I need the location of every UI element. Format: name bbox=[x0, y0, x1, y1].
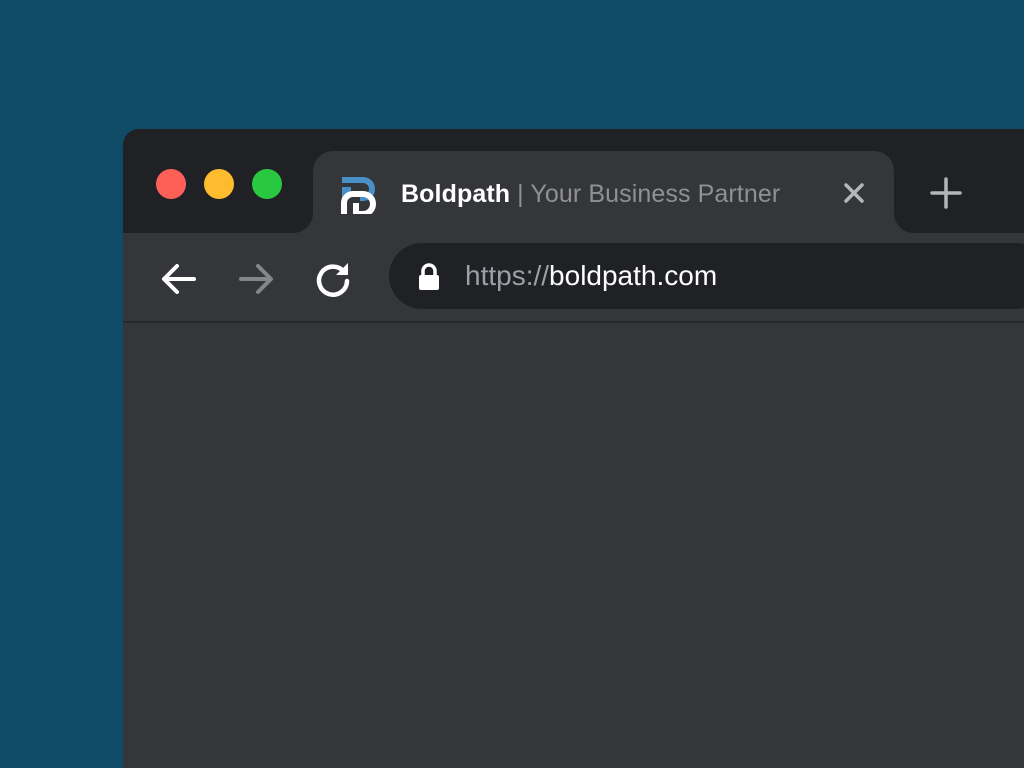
tab-title-separator: | bbox=[510, 180, 531, 208]
plus-icon[interactable] bbox=[929, 176, 963, 210]
tab-title-tagline: Your Business Partner bbox=[530, 180, 781, 208]
browser-window: Boldpath | Your Business Partner https:/… bbox=[123, 129, 1024, 768]
active-tab[interactable]: Boldpath | Your Business Partner bbox=[313, 151, 894, 233]
window-minimize-button[interactable] bbox=[204, 169, 234, 199]
browser-toolbar: https://boldpath.com bbox=[123, 233, 1024, 323]
arrow-right-icon[interactable] bbox=[236, 259, 276, 299]
tab-title-brand: Boldpath bbox=[401, 180, 511, 208]
lock-icon bbox=[417, 263, 441, 291]
desktop-background: Boldpath | Your Business Partner https:/… bbox=[0, 0, 1024, 768]
address-bar[interactable]: https://boldpath.com bbox=[389, 243, 1024, 309]
reload-icon[interactable] bbox=[313, 259, 353, 299]
window-maximize-button[interactable] bbox=[252, 169, 282, 199]
tab-title: Boldpath | Your Business Partner bbox=[401, 177, 780, 211]
url-scheme: https:// bbox=[465, 260, 550, 291]
arrow-left-icon[interactable] bbox=[159, 259, 199, 299]
page-content-area[interactable] bbox=[123, 323, 1024, 768]
tab-strip: Boldpath | Your Business Partner bbox=[123, 129, 1024, 233]
boldpath-logo-icon bbox=[340, 172, 382, 217]
url-host: boldpath.com bbox=[549, 260, 718, 291]
close-icon[interactable] bbox=[841, 180, 867, 206]
window-close-button[interactable] bbox=[156, 169, 186, 199]
url-text[interactable]: https://boldpath.com bbox=[465, 257, 717, 295]
